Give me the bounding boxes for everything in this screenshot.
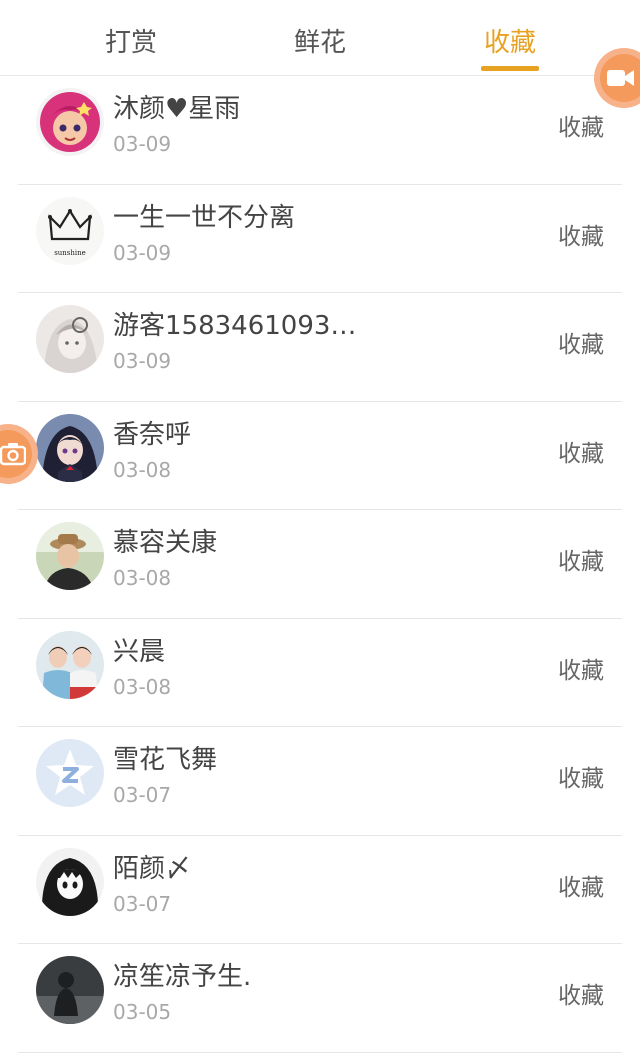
list-item[interactable]: 兴晨 03-08 收藏 <box>0 619 640 728</box>
two-girls-avatar-icon <box>36 630 104 699</box>
action-label: 收藏 <box>558 874 604 901</box>
crown-sunshine-avatar-icon: sunshine <box>36 196 104 265</box>
qq-star-avatar-icon <box>36 739 104 807</box>
avatar[interactable] <box>36 739 104 807</box>
action-label: 收藏 <box>558 223 604 250</box>
date-label: 03-09 <box>113 132 172 156</box>
action-label: 收藏 <box>558 440 604 467</box>
sketch-girl-avatar-icon <box>36 305 104 373</box>
list-item[interactable]: 香奈呼 03-08 收藏 <box>0 402 640 511</box>
list-item[interactable]: 凉笙凉予生. 03-05 收藏 <box>0 944 640 1053</box>
user-name: 沐颜♥星雨 <box>113 94 241 124</box>
action-label: 收藏 <box>558 332 604 358</box>
tab-favorites[interactable]: 收藏 <box>484 22 536 59</box>
user-name: 香奈呼 <box>113 419 192 450</box>
action-label: 收藏 <box>558 983 604 1009</box>
avatar[interactable] <box>36 522 104 590</box>
avatar[interactable] <box>36 847 104 916</box>
date-label: 03-08 <box>113 674 172 699</box>
user-name: 陌颜〆 <box>113 853 192 884</box>
user-name: 慕容关康 <box>113 528 218 558</box>
avatar[interactable] <box>36 630 104 699</box>
camera-icon <box>0 443 26 466</box>
avatar[interactable]: sunshine <box>36 196 104 265</box>
list-item[interactable]: sunshine 一生一世不分离 03-09 收藏 <box>0 185 640 294</box>
date-label: 03-09 <box>113 349 172 373</box>
user-name: 一生一世不分离 <box>113 202 296 233</box>
tab-flowers[interactable]: 鲜花 <box>294 22 346 59</box>
action-label: 收藏 <box>558 115 604 141</box>
video-camera-icon <box>607 70 634 86</box>
tab-bar: 打赏 鲜花 收藏 <box>0 0 640 76</box>
action-label: 收藏 <box>558 549 604 575</box>
tab-reward[interactable]: 打赏 <box>105 22 157 59</box>
date-label: 03-07 <box>113 783 172 807</box>
date-label: 03-05 <box>113 1000 172 1024</box>
avatar[interactable] <box>36 413 104 482</box>
list-item[interactable]: 沐颜♥星雨 03-09 收藏 <box>0 76 640 185</box>
avatar-text: sunshine <box>54 249 86 257</box>
user-name: 兴晨 <box>113 636 166 667</box>
avatar[interactable] <box>36 305 104 373</box>
action-label: 收藏 <box>558 766 604 792</box>
list-item[interactable]: 游客1583461093… 03-09 收藏 <box>0 293 640 402</box>
list-item[interactable]: 慕容关康 03-08 收藏 <box>0 510 640 619</box>
user-name: 凉笙凉予生. <box>113 962 252 992</box>
action-label: 收藏 <box>558 657 604 684</box>
favorites-list: 沐颜♥星雨 03-09 收藏 sunshine 一生一世不分离 03-09 收藏 <box>0 76 640 1053</box>
boy-hat-avatar-icon <box>36 522 104 590</box>
avatar[interactable] <box>36 956 104 1024</box>
active-tab-indicator <box>481 66 539 71</box>
list-item[interactable]: 陌颜〆 03-07 收藏 <box>0 836 640 945</box>
date-label: 03-09 <box>113 240 172 265</box>
avatar[interactable] <box>36 88 104 156</box>
user-name: 雪花飞舞 <box>113 745 218 775</box>
anime-girl-avatar-icon <box>36 413 104 482</box>
dark-photo-avatar-icon <box>36 956 104 1024</box>
user-name: 游客1583461093… <box>113 311 357 341</box>
date-label: 03-07 <box>113 891 172 916</box>
date-label: 03-08 <box>113 566 172 590</box>
date-label: 03-08 <box>113 457 172 482</box>
manga-girl-avatar-icon <box>36 847 104 916</box>
list-item[interactable]: 雪花飞舞 03-07 收藏 <box>0 727 640 836</box>
cartoon-girl-avatar-icon <box>36 88 104 156</box>
